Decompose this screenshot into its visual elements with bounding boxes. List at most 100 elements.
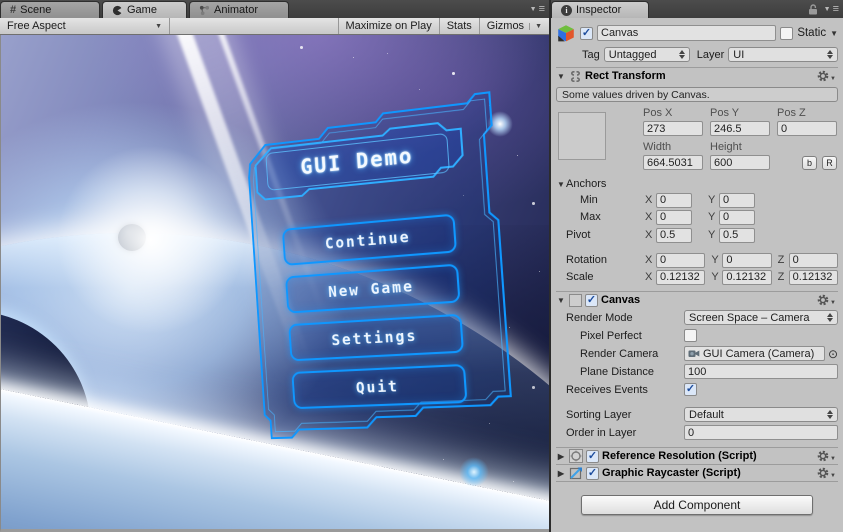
add-component-button[interactable]: Add Component <box>581 495 813 515</box>
blueprint-mode-button[interactable]: b <box>802 156 817 170</box>
pivot-y-field[interactable]: 0.5 <box>719 228 755 243</box>
pivot-label: Pivot <box>556 229 645 241</box>
canvas-title: Canvas <box>601 294 640 306</box>
render-mode-label: Render Mode <box>556 312 684 324</box>
rotation-y-field[interactable]: 0 <box>722 253 771 268</box>
tab-scene[interactable]: # Scene <box>0 1 100 18</box>
aspect-dropdown[interactable]: Free Aspect ▼ <box>0 18 170 34</box>
axis-x: X <box>645 271 656 283</box>
anchors-min-y-field[interactable]: 0 <box>719 193 755 208</box>
lock-icon[interactable] <box>808 4 818 15</box>
quit-button[interactable]: Quit <box>291 364 467 409</box>
axis-x: X <box>645 254 656 266</box>
rotation-x-field[interactable]: 0 <box>656 253 705 268</box>
raw-edit-mode-button[interactable]: R <box>822 156 837 170</box>
sorting-layer-dropdown[interactable]: Default <box>684 407 838 422</box>
gameobject-active-checkbox[interactable] <box>580 27 593 40</box>
scene-icon: # <box>10 4 16 16</box>
render-camera-label: Render Camera <box>556 348 684 360</box>
info-icon: i <box>561 5 572 16</box>
scale-z-field[interactable]: 0.12132 <box>789 270 838 285</box>
pos-z-label: Pos Z <box>777 107 837 119</box>
graphic-raycaster-enabled-checkbox[interactable] <box>586 467 599 480</box>
panel-menu-icon: ≡ <box>539 3 545 15</box>
render-mode-dropdown[interactable]: Screen Space – Camera <box>684 310 838 325</box>
foldout-icon[interactable]: ▼ <box>556 72 566 81</box>
gear-icon[interactable]: ▼ <box>817 70 836 82</box>
maximize-on-play-button[interactable]: Maximize on Play <box>338 18 439 34</box>
gui-demo-menu: GUI Demo Continue New Game Settings Quit <box>236 90 521 462</box>
gameobject-cube-icon[interactable] <box>556 23 576 43</box>
render-camera-object-field[interactable]: GUI Camera (Camera) <box>684 346 825 361</box>
panel-caret-icon: ▼ <box>824 6 831 13</box>
reference-resolution-header[interactable]: ▶ Reference Resolution (Script) ▼ <box>556 447 838 464</box>
axis-z: Z <box>778 254 789 266</box>
stats-button[interactable]: Stats <box>439 18 479 34</box>
object-picker-icon[interactable]: ⊙ <box>828 348 838 360</box>
rotation-z-field[interactable]: 0 <box>789 253 838 268</box>
gizmos-button[interactable]: Gizmos ▼ <box>479 18 549 34</box>
receives-events-checkbox[interactable] <box>684 383 697 396</box>
canvas-component-header[interactable]: ▼ Canvas ▼ <box>556 291 838 308</box>
pos-y-field[interactable]: 246.5 <box>710 121 770 136</box>
rect-preview-box <box>558 112 606 160</box>
gear-icon[interactable]: ▼ <box>817 467 836 479</box>
scale-x-field[interactable]: 0.12132 <box>656 270 705 285</box>
height-label: Height <box>710 141 770 153</box>
anchors-foldout[interactable]: ▼ Anchors <box>556 176 838 192</box>
inspector-panel: i Inspector ▼ ≡ Canvas Static <box>551 0 843 532</box>
pos-y-label: Pos Y <box>710 107 770 119</box>
height-field[interactable]: 600 <box>710 155 770 170</box>
pos-x-field[interactable]: 273 <box>643 121 703 136</box>
inspector-panel-menu[interactable]: ▼ ≡ <box>808 3 839 15</box>
scale-y-field[interactable]: 0.12132 <box>722 270 771 285</box>
axis-x: X <box>645 194 656 206</box>
tag-value: Untagged <box>609 49 657 61</box>
foldout-icon[interactable]: ▶ <box>556 469 566 478</box>
unity-editor-window: # Scene Game Animator ▼ ≡ Free Aspect ▼ … <box>0 0 843 532</box>
light-flare <box>56 145 246 335</box>
width-field[interactable]: 664.5031 <box>643 155 703 170</box>
receives-events-label: Receives Events <box>556 384 684 396</box>
gear-icon[interactable]: ▼ <box>817 450 836 462</box>
anchors-max-y-field[interactable]: 0 <box>719 210 755 225</box>
gear-icon[interactable]: ▼ <box>817 294 836 306</box>
foldout-icon[interactable]: ▶ <box>556 452 566 461</box>
tab-inspector[interactable]: i Inspector <box>551 1 649 18</box>
pos-z-field[interactable]: 0 <box>777 121 837 136</box>
anchors-min-x-field[interactable]: 0 <box>656 193 692 208</box>
pixel-perfect-label: Pixel Perfect <box>556 330 684 342</box>
plane-distance-field[interactable]: 100 <box>684 364 838 379</box>
order-in-layer-label: Order in Layer <box>556 427 684 439</box>
gameobject-name-field[interactable]: Canvas <box>597 25 776 41</box>
pixel-perfect-checkbox[interactable] <box>684 329 697 342</box>
graphic-raycaster-title: Graphic Raycaster (Script) <box>602 467 741 479</box>
bright-star <box>459 457 489 487</box>
chevron-down-icon: ▼ <box>529 23 542 30</box>
static-checkbox[interactable] <box>780 27 793 40</box>
canvas-enabled-checkbox[interactable] <box>585 294 598 307</box>
sorting-layer-value: Default <box>689 409 724 421</box>
scale-label: Scale <box>556 271 645 283</box>
tab-animator[interactable]: Animator <box>189 1 289 18</box>
reference-resolution-enabled-checkbox[interactable] <box>586 450 599 463</box>
anchors-max-x-field[interactable]: 0 <box>656 210 692 225</box>
tag-dropdown[interactable]: Untagged <box>604 47 690 62</box>
chevron-down-icon: ▼ <box>155 23 162 30</box>
pivot-x-field[interactable]: 0.5 <box>656 228 692 243</box>
layer-dropdown[interactable]: UI <box>728 47 838 62</box>
gizmos-label: Gizmos <box>487 20 524 32</box>
anchors-max-label: Max <box>556 211 645 223</box>
static-dropdown-icon[interactable]: ▼ <box>830 29 838 38</box>
graphic-raycaster-header[interactable]: ▶ Graphic Raycaster (Script) ▼ <box>556 464 838 481</box>
tab-game[interactable]: Game <box>102 1 187 18</box>
game-panel: # Scene Game Animator ▼ ≡ Free Aspect ▼ … <box>0 0 549 532</box>
axis-x: X <box>645 211 656 223</box>
foldout-icon[interactable]: ▼ <box>556 296 566 305</box>
static-label: Static <box>797 27 826 39</box>
axis-y: Y <box>708 211 719 223</box>
stars <box>1 35 2 36</box>
game-panel-menu[interactable]: ▼ ≡ <box>530 3 545 15</box>
rect-transform-header[interactable]: ▼ Rect Transform ▼ <box>556 67 838 84</box>
order-in-layer-field[interactable]: 0 <box>684 425 838 440</box>
